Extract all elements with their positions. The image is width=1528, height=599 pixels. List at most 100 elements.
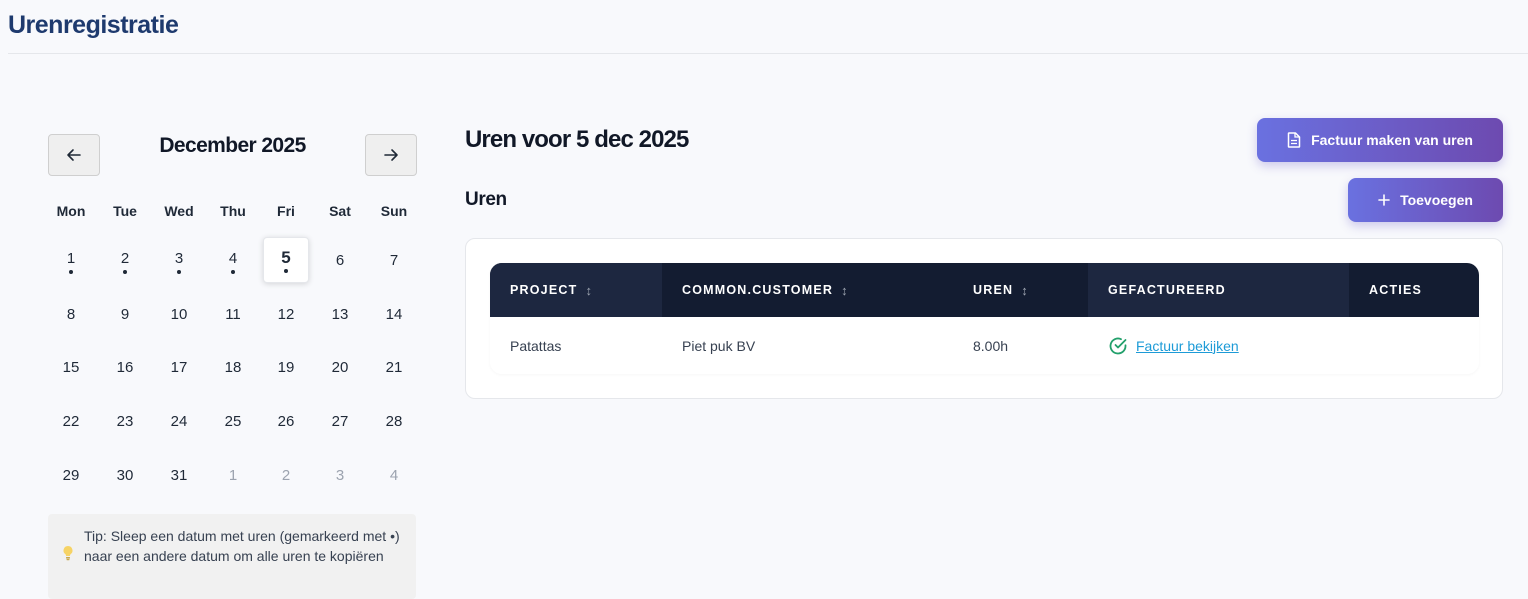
previous-month-button[interactable]: [48, 134, 100, 176]
view-invoice-link[interactable]: Factuur bekijken: [1136, 338, 1239, 354]
calendar-day[interactable]: 20: [317, 344, 363, 390]
calendar-day[interactable]: 26: [263, 398, 309, 444]
day-number: 3: [174, 249, 184, 267]
calendar-day[interactable]: 21: [371, 344, 417, 390]
create-invoice-button[interactable]: Factuur maken van uren: [1257, 118, 1503, 162]
cell-invoiced: Factuur bekijken: [1088, 317, 1349, 374]
calendar-day[interactable]: 14: [371, 291, 417, 337]
calendar-day[interactable]: 4: [210, 237, 256, 283]
calendar-day[interactable]: 31: [156, 452, 202, 498]
add-hours-button[interactable]: Toevoegen: [1348, 178, 1503, 222]
calendar-day[interactable]: 6: [317, 237, 363, 283]
sort-icon: ↕: [1021, 282, 1028, 298]
calendar-day[interactable]: 3: [156, 237, 202, 283]
create-invoice-label: Factuur maken van uren: [1311, 132, 1473, 148]
day-number: 3: [335, 466, 345, 484]
day-number: 19: [277, 358, 295, 376]
day-number: 7: [389, 251, 399, 269]
calendar-tip: Tip: Sleep een datum met uren (gemarkeer…: [48, 514, 416, 599]
calendar-day[interactable]: 10: [156, 291, 202, 337]
day-number: 25: [224, 412, 242, 430]
day-number: 6: [335, 251, 345, 269]
cell-actions: [1349, 317, 1479, 374]
day-number: 31: [170, 466, 188, 484]
day-number: 5: [281, 248, 291, 267]
calendar-day[interactable]: 13: [317, 291, 363, 337]
lightbulb-icon: [62, 545, 74, 567]
document-icon: [1287, 132, 1301, 148]
table-row: Patattas Piet puk BV 8.00h Factuur bekij…: [490, 317, 1479, 374]
page-title: Urenregistratie: [8, 11, 179, 39]
calendar-day[interactable]: 16: [102, 344, 148, 390]
calendar-day[interactable]: 18: [210, 344, 256, 390]
calendar-day[interactable]: 27: [317, 398, 363, 444]
calendar-day[interactable]: 29: [48, 452, 94, 498]
hours-section-title: Uren: [465, 189, 507, 210]
weekday-label: Tue: [113, 203, 137, 219]
hours-marker-dot: [177, 270, 181, 274]
column-header-label: GEFACTUREERD: [1108, 283, 1226, 297]
calendar-day[interactable]: 12: [263, 291, 309, 337]
calendar-day[interactable]: 22: [48, 398, 94, 444]
day-number: 1: [228, 466, 238, 484]
calendar-day[interactable]: 3: [317, 452, 363, 498]
weekday-label: Thu: [220, 203, 246, 219]
calendar-day[interactable]: 9: [102, 291, 148, 337]
calendar-day[interactable]: 1: [210, 452, 256, 498]
hours-date-title: Uren voor 5 dec 2025: [465, 126, 689, 153]
calendar-day[interactable]: 19: [263, 344, 309, 390]
day-number: 2: [281, 466, 291, 484]
day-number: 2: [120, 249, 130, 267]
column-header-customer[interactable]: COMMON.CUSTOMER ↕: [662, 263, 953, 317]
column-header-hours[interactable]: UREN ↕: [953, 263, 1088, 317]
hours-table: PROJECT ↕ COMMON.CUSTOMER ↕ UREN ↕ GEFAC…: [490, 263, 1479, 374]
calendar-day-selected[interactable]: 5: [263, 237, 309, 283]
cell-hours: 8.00h: [973, 337, 1009, 354]
calendar-day[interactable]: 28: [371, 398, 417, 444]
day-number: 24: [170, 412, 188, 430]
arrow-right-icon: [384, 149, 398, 161]
check-circle-icon: [1109, 337, 1127, 354]
weekday-label: Sun: [380, 203, 408, 219]
next-month-button[interactable]: [365, 134, 417, 176]
day-number: 12: [277, 305, 295, 323]
column-header-project[interactable]: PROJECT ↕: [490, 263, 662, 317]
calendar-day[interactable]: 4: [371, 452, 417, 498]
calendar-day[interactable]: 24: [156, 398, 202, 444]
calendar-day[interactable]: 2: [263, 452, 309, 498]
day-number: 1: [66, 249, 76, 267]
tip-text: Tip: Sleep een datum met uren (gemarkeer…: [84, 528, 400, 564]
weekday-label: Mon: [56, 203, 86, 219]
cell-customer: Piet puk BV: [682, 337, 756, 354]
day-number: 11: [225, 305, 241, 323]
calendar-day[interactable]: 1: [48, 237, 94, 283]
day-number: 16: [116, 358, 134, 376]
calendar-day[interactable]: 17: [156, 344, 202, 390]
hours-marker-dot: [284, 269, 288, 273]
calendar-day[interactable]: 23: [102, 398, 148, 444]
column-header-label: UREN: [973, 283, 1014, 297]
day-number: 28: [385, 412, 403, 430]
calendar-day[interactable]: 30: [102, 452, 148, 498]
day-number: 13: [331, 305, 349, 323]
day-number: 21: [385, 358, 403, 376]
table-header: PROJECT ↕ COMMON.CUSTOMER ↕ UREN ↕ GEFAC…: [490, 263, 1479, 317]
day-number: 22: [62, 412, 80, 430]
calendar-day[interactable]: 11: [210, 291, 256, 337]
day-number: 27: [331, 412, 349, 430]
day-number: 18: [224, 358, 242, 376]
column-header-label: COMMON.CUSTOMER: [682, 283, 834, 297]
calendar-day[interactable]: 15: [48, 344, 94, 390]
calendar-day[interactable]: 7: [371, 237, 417, 283]
day-number: 20: [331, 358, 349, 376]
arrow-left-icon: [67, 149, 81, 161]
calendar-day[interactable]: 25: [210, 398, 256, 444]
column-header-label: ACTIES: [1369, 283, 1423, 297]
day-number: 26: [277, 412, 295, 430]
calendar-day[interactable]: 8: [48, 291, 94, 337]
calendar-day[interactable]: 2: [102, 237, 148, 283]
hours-marker-dot: [69, 270, 73, 274]
plus-icon: [1378, 194, 1390, 206]
day-number: 8: [66, 305, 76, 323]
column-header-invoiced: GEFACTUREERD: [1088, 263, 1349, 317]
